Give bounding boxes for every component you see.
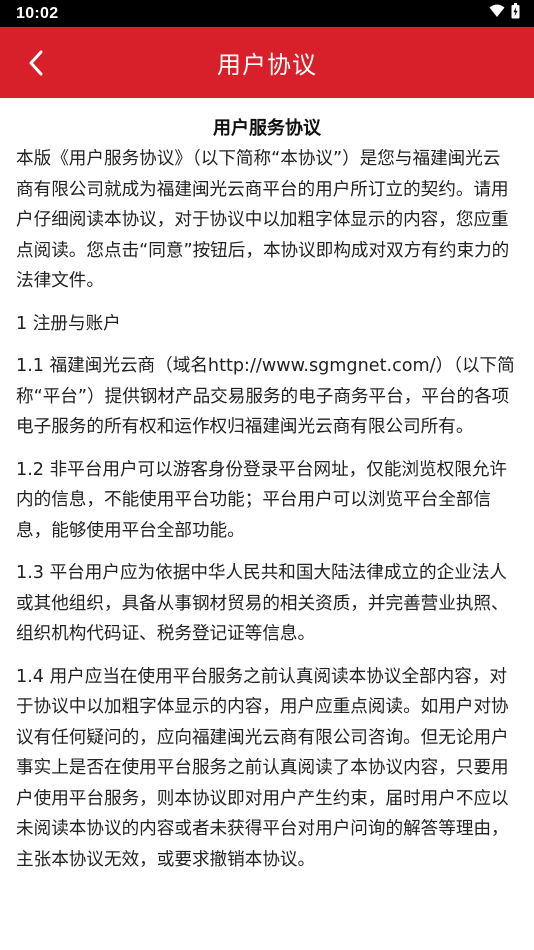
clause-1-1: 1.1 福建闽光云商（域名http://www.sgmgnet.com/）（以下… xyxy=(16,356,515,437)
page-title: 用户协议 xyxy=(217,51,317,79)
status-icons xyxy=(489,3,520,24)
clause-1-3: 1.3 平台用户应为依据中华人民共和国大陆法律成立的企业法人或其他组织，具备从事… xyxy=(16,563,509,644)
status-bar: 10:02 xyxy=(0,0,534,27)
status-time: 10:02 xyxy=(16,4,59,22)
clause-1-2: 1.2 非平台用户可以游客身份登录平台网址，仅能浏览权限允许内的信息，不能使用平… xyxy=(16,459,508,541)
agreement-content[interactable]: 用户服务协议 本版《用户服务协议》（以下简称“本协议”）是您与福建闽光云商有限公… xyxy=(0,98,534,875)
app-header: 用户协议 xyxy=(0,27,534,98)
section-heading: 1 注册与账户 xyxy=(16,313,121,334)
wifi-icon xyxy=(489,4,505,23)
document-title: 用户服务协议 xyxy=(213,118,321,139)
clause-1-4: 1.4 用户应当在使用平台服务之前认真阅读本协议全部内容，对于协议中以加粗字体显… xyxy=(16,666,509,870)
back-button[interactable] xyxy=(18,45,54,81)
chevron-left-icon xyxy=(29,50,43,75)
intro-paragraph: 本版《用户服务协议》（以下简称“本协议”）是您与福建闽光云商有限公司就成为福建闽… xyxy=(16,149,510,291)
battery-icon xyxy=(511,3,520,24)
